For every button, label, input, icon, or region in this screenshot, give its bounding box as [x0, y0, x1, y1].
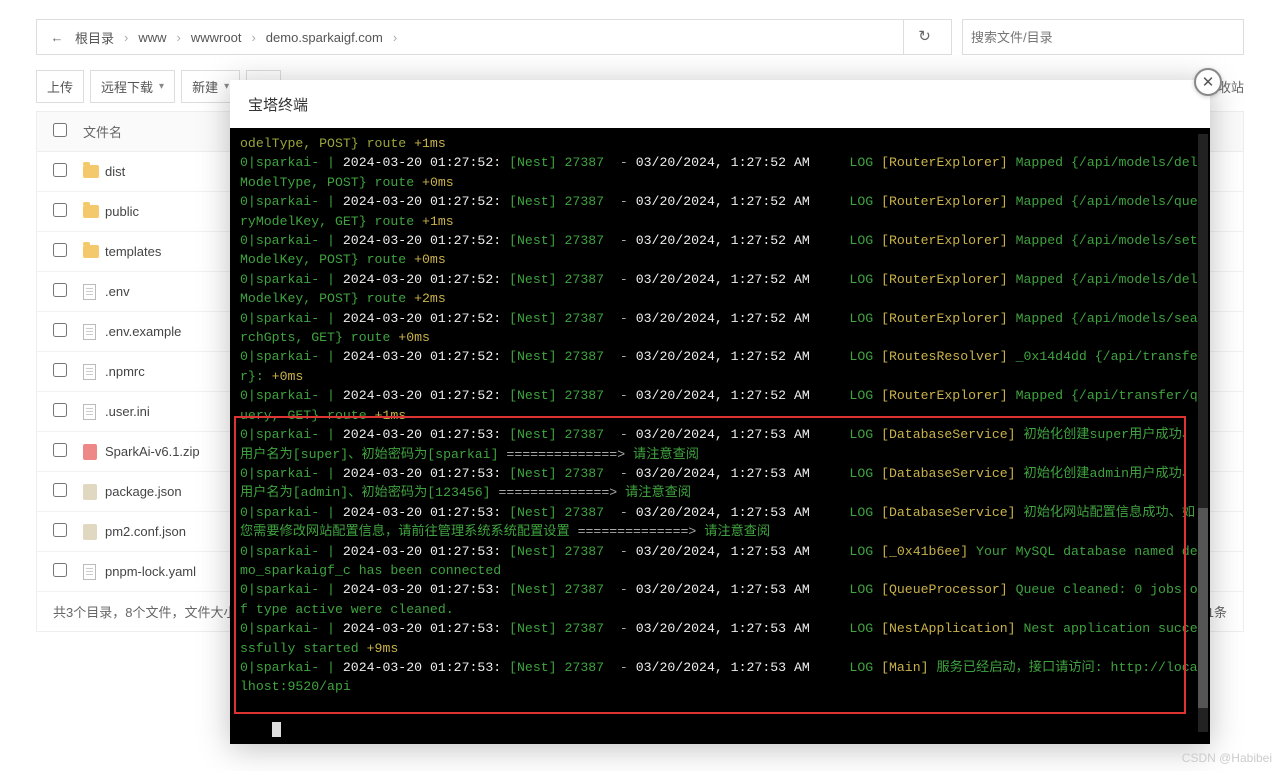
modal-title: 宝塔终端	[230, 80, 1210, 128]
row-checkbox[interactable]	[53, 243, 67, 257]
folder-icon	[83, 205, 99, 218]
chevron-right-icon: ›	[120, 30, 132, 45]
terminal-line: 0|sparkai- | 2024-03-20 01:27:53: [Nest]…	[240, 580, 1200, 619]
row-checkbox[interactable]	[53, 323, 67, 337]
folder-icon	[83, 165, 99, 178]
breadcrumb-box: ← 根目录›www›wwwroot›demo.sparkaigf.com› ↻	[36, 19, 952, 55]
terminal-line: 0|sparkai- | 2024-03-20 01:27:52: [Nest]…	[240, 231, 1200, 270]
row-checkbox[interactable]	[53, 443, 67, 457]
close-button[interactable]: ✕	[1194, 68, 1222, 96]
terminal-modal: ✕ 宝塔终端 odelType, POST} route +1ms0|spark…	[230, 80, 1210, 744]
footer-summary: 共3个目录，8个文件，文件大小	[53, 602, 236, 621]
upload-button[interactable]: 上传	[36, 70, 84, 103]
breadcrumb-segment[interactable]: www	[134, 30, 170, 45]
folder-icon	[83, 245, 99, 258]
row-checkbox[interactable]	[53, 523, 67, 537]
terminal-line: 0|sparkai- | 2024-03-20 01:27:53: [Nest]…	[240, 658, 1200, 697]
remote-download-button[interactable]: 远程下载	[90, 70, 175, 103]
scrollbar-thumb[interactable]	[1198, 508, 1208, 708]
terminal-line: 0|sparkai- | 2024-03-20 01:27:53: [Nest]…	[240, 464, 1200, 503]
back-button[interactable]: ←	[43, 30, 71, 45]
row-checkbox[interactable]	[53, 403, 67, 417]
breadcrumb-path: 根目录›www›wwwroot›demo.sparkaigf.com›	[71, 28, 401, 47]
terminal-line: 0|sparkai- | 2024-03-20 01:27:52: [Nest]…	[240, 153, 1200, 192]
row-checkbox[interactable]	[53, 283, 67, 297]
zip-icon	[83, 444, 97, 460]
breadcrumb-segment[interactable]: wwwroot	[187, 30, 246, 45]
terminal-line: 0|sparkai- | 2024-03-20 01:27:53: [Nest]…	[240, 619, 1200, 658]
terminal-line: odelType, POST} route +1ms	[240, 134, 1200, 153]
terminal-line: 0|sparkai- | 2024-03-20 01:27:53: [Nest]…	[240, 542, 1200, 581]
file-icon	[83, 404, 96, 420]
terminal-line: 0|sparkai- | 2024-03-20 01:27:52: [Nest]…	[240, 270, 1200, 309]
chevron-right-icon: ›	[173, 30, 185, 45]
terminal-line: 0|sparkai- | 2024-03-20 01:27:52: [Nest]…	[240, 347, 1200, 386]
row-checkbox[interactable]	[53, 163, 67, 177]
watermark: CSDN @Habibei	[1182, 751, 1272, 765]
row-checkbox[interactable]	[53, 483, 67, 497]
chevron-right-icon: ›	[389, 30, 401, 45]
breadcrumb-segment[interactable]: 根目录	[71, 28, 118, 47]
json-icon	[83, 484, 97, 500]
breadcrumb-segment[interactable]: demo.sparkaigf.com	[262, 30, 387, 45]
breadcrumb-bar: ← 根目录›www›wwwroot›demo.sparkaigf.com› ↻	[0, 14, 1280, 60]
search-input[interactable]	[971, 30, 1235, 45]
terminal-line: 0|sparkai- | 2024-03-20 01:27:53: [Nest]…	[240, 503, 1200, 542]
terminal-line: 0|sparkai- | 2024-03-20 01:27:52: [Nest]…	[240, 386, 1200, 425]
cursor	[272, 722, 281, 737]
file-icon	[83, 324, 96, 340]
row-checkbox[interactable]	[53, 203, 67, 217]
row-checkbox[interactable]	[53, 363, 67, 377]
terminal-line: 0|sparkai- | 2024-03-20 01:27:53: [Nest]…	[240, 425, 1200, 464]
terminal-output[interactable]: odelType, POST} route +1ms0|sparkai- | 2…	[230, 128, 1210, 744]
file-icon	[83, 364, 96, 380]
file-icon	[83, 564, 96, 580]
json-icon	[83, 524, 97, 540]
search-box[interactable]	[962, 19, 1244, 55]
refresh-button[interactable]: ↻	[903, 20, 945, 54]
select-all-checkbox[interactable]	[53, 123, 67, 137]
terminal-line: 0|sparkai- | 2024-03-20 01:27:52: [Nest]…	[240, 309, 1200, 348]
terminal-line: 0|sparkai- | 2024-03-20 01:27:52: [Nest]…	[240, 192, 1200, 231]
chevron-right-icon: ›	[247, 30, 259, 45]
row-checkbox[interactable]	[53, 563, 67, 577]
file-icon	[83, 284, 96, 300]
